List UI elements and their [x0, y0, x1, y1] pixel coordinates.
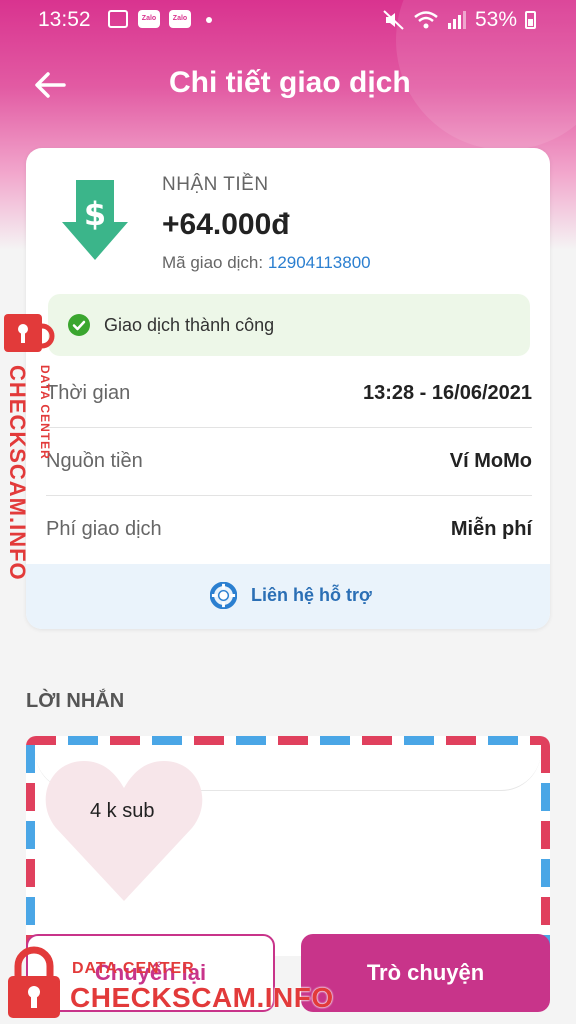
status-right-group: 53%: [383, 8, 536, 32]
transaction-id-row: Mã giao dịch: 12904113800: [162, 253, 371, 273]
detail-row-fee: Phí giao dịch Miễn phí: [46, 496, 532, 564]
watermark-lock-icon: [4, 314, 55, 352]
back-arrow-icon[interactable]: [28, 62, 74, 108]
status-text: Giao dịch thành công: [104, 315, 275, 335]
chat-button[interactable]: Trò chuyện: [301, 934, 550, 1012]
detail-label: Phí giao dịch: [46, 518, 162, 540]
detail-row-time: Thời gian 13:28 - 16/06/2021: [46, 360, 532, 428]
detail-label: Nguồn tiền: [46, 450, 143, 472]
transaction-card: $ NHẬN TIỀN +64.000đ Mã giao dịch: 12904…: [26, 148, 550, 629]
detail-value: Ví MoMo: [449, 450, 532, 472]
detail-value: 13:28 - 16/06/2021: [362, 382, 532, 404]
message-heading: LỜI NHẮN: [26, 690, 125, 712]
svg-text:$: $: [84, 195, 106, 233]
lifebuoy-icon: [210, 582, 237, 609]
page-title: Chi tiết giao dịch: [169, 66, 411, 99]
wifi-icon: [414, 11, 438, 29]
message-text: 4 k sub: [90, 800, 155, 822]
watermark-site-vertical: CHECKSCAM.INFO: [5, 365, 30, 581]
battery-icon: [525, 11, 536, 29]
watermark-site: CHECKSCAM.INFO: [70, 982, 334, 1013]
watermark-data-center-vertical: DATA CENTER: [38, 365, 52, 460]
mute-icon: [383, 10, 404, 30]
envelope-border: [26, 745, 35, 956]
detail-row-source: Nguồn tiền Ví MoMo: [46, 428, 532, 496]
watermark-data-center: DATA CENTER: [72, 960, 195, 977]
battery-percent: 53%: [474, 8, 517, 31]
transaction-type: NHẬN TIỀN: [162, 174, 269, 195]
transaction-amount: +64.000đ: [162, 208, 290, 241]
transaction-id-label: Mã giao dịch:: [162, 253, 264, 272]
notification-dot-icon: [206, 17, 212, 23]
status-time: 13:52: [38, 8, 91, 31]
status-bar: 13:52 Zalo Zalo 53%: [0, 0, 576, 40]
zalo-icon: Zalo: [138, 10, 160, 28]
watermark-lock-icon: [8, 946, 60, 1018]
transaction-id-value[interactable]: 12904113800: [268, 253, 371, 272]
check-circle-icon: [68, 314, 90, 336]
message-envelope: 4 k sub: [26, 736, 550, 956]
envelope-border: [26, 736, 550, 745]
signal-icon: [447, 11, 466, 29]
support-button[interactable]: Liên hệ hỗ trợ: [26, 564, 550, 629]
image-icon: [108, 10, 128, 28]
detail-value: Miễn phí: [450, 518, 532, 540]
support-label: Liên hệ hỗ trợ: [251, 585, 372, 605]
detail-label: Thời gian: [46, 382, 131, 404]
heart-icon: [45, 761, 203, 901]
envelope-border: [541, 745, 550, 956]
status-banner: Giao dịch thành công: [48, 294, 530, 356]
receive-money-icon: $: [62, 180, 128, 260]
zalo-icon: Zalo: [169, 10, 191, 28]
